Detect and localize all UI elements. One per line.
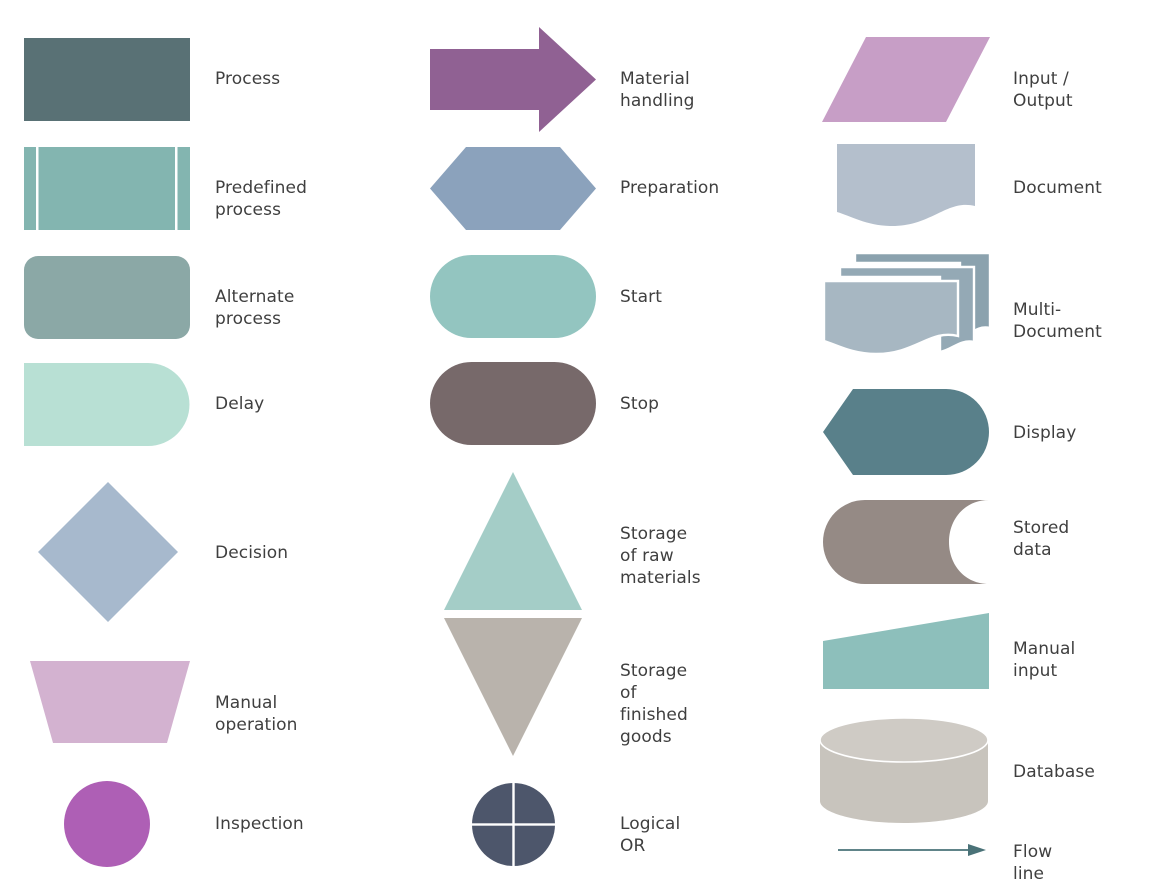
manual-operation-label: Manual operation [215,693,298,735]
preparation-shape [430,147,596,230]
input-output-shape [822,37,990,122]
material-handling-label: Material handling [620,69,695,111]
stored-data-shape [823,500,989,584]
input-output-label: Input / Output [1013,69,1073,111]
display-shape [823,389,989,475]
material-handling-shape [430,27,596,132]
process-label: Process [215,69,281,89]
storage-raw-materials-shape [444,472,582,610]
manual-input-shape [823,613,989,689]
flowchart-symbols-legend: Process Predefined process Alternate pro… [0,0,1174,888]
storage-finished-goods-shape [444,618,582,756]
storage-raw-materials-label: Storage of raw materials [620,524,701,588]
database-label: Database [1013,762,1095,782]
logical-or-label: Logical OR [620,814,681,856]
inspection-shape [64,781,150,867]
display-label: Display [1013,423,1077,443]
decision-label: Decision [215,543,289,563]
stop-label: Stop [620,394,660,414]
database-shape [819,717,989,823]
predefined-process-shape [24,147,190,230]
stop-shape [430,362,596,445]
manual-operation-shape [30,661,190,743]
flow-line-shape [838,842,986,858]
multi-document-label: Multi-Document [1013,300,1102,342]
alternate-process-label: Alternate process [215,287,295,329]
document-shape [837,144,975,228]
start-label: Start [620,287,663,307]
preparation-label: Preparation [620,178,720,198]
manual-input-label: Manual input [1013,639,1076,681]
delay-shape [24,363,190,446]
predefined-process-label: Predefined process [215,178,308,220]
start-shape [430,255,596,338]
stored-data-label: Stored data [1013,518,1070,560]
logical-or-shape [472,783,555,866]
inspection-label: Inspection [215,814,304,834]
document-label: Document [1013,178,1102,198]
decision-shape [38,482,178,622]
process-shape [24,38,190,121]
alternate-process-shape [24,256,190,339]
storage-finished-goods-label: Storage of finished goods [620,661,688,747]
multi-document-shape [822,251,992,356]
delay-label: Delay [215,394,265,414]
flow-line-label: Flow line [1013,842,1053,884]
